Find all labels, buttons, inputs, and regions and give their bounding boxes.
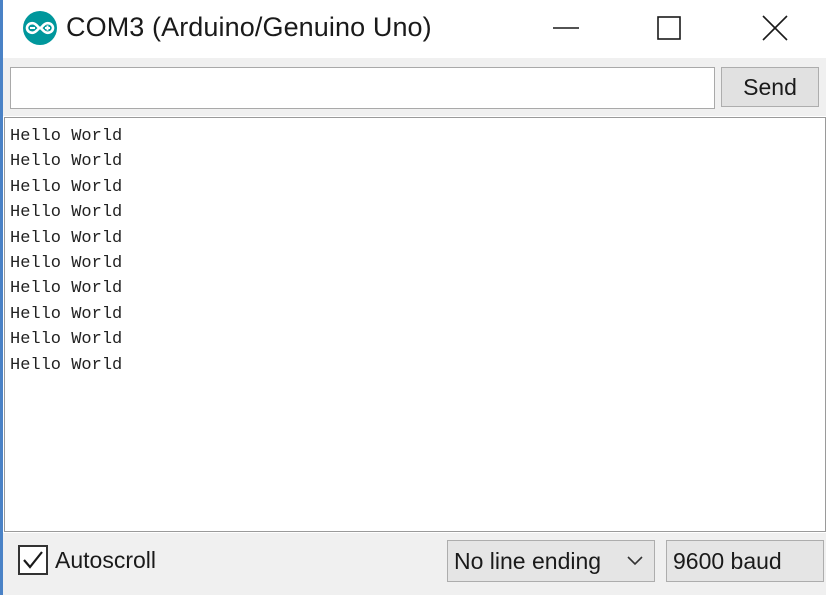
maximize-icon	[657, 16, 681, 40]
serial-output-area[interactable]: Hello World Hello World Hello World Hell…	[4, 117, 826, 532]
checkmark-icon	[23, 551, 43, 569]
output-line: Hello World	[10, 228, 123, 248]
output-line: Hello World	[10, 177, 123, 197]
line-ending-dropdown[interactable]: No line ending	[447, 540, 655, 582]
output-line: Hello World	[10, 127, 123, 146]
minimize-button[interactable]	[529, 0, 603, 56]
maximize-button[interactable]	[632, 0, 706, 56]
close-button[interactable]	[738, 0, 812, 56]
send-row: Send	[3, 58, 826, 116]
serial-send-input[interactable]	[10, 67, 715, 109]
autoscroll-checkbox[interactable]	[18, 545, 48, 575]
autoscroll-label[interactable]: Autoscroll	[55, 547, 156, 574]
output-line: Hello World	[10, 279, 123, 299]
output-line: Hello World	[10, 152, 123, 172]
send-button[interactable]: Send	[721, 67, 819, 107]
arduino-logo-icon	[23, 11, 57, 45]
line-ending-value: No line ending	[454, 547, 602, 574]
baud-rate-value: 9600 baud	[673, 547, 782, 574]
chevron-down-icon	[627, 556, 643, 566]
minimize-icon	[553, 27, 579, 29]
baud-rate-dropdown[interactable]: 9600 baud	[666, 540, 824, 582]
output-line: Hello World	[10, 304, 123, 324]
serial-monitor-window: COM3 (Arduino/Genuino Uno) Send Hello Wo…	[0, 0, 826, 595]
output-line: Hello World	[10, 355, 123, 375]
output-line: Hello World	[10, 203, 123, 223]
output-line: Hello World	[10, 330, 123, 350]
status-bar: Autoscroll No line ending 9600 baud	[3, 533, 826, 595]
output-line: Hello World	[10, 253, 123, 273]
close-icon	[762, 15, 788, 41]
window-title: COM3 (Arduino/Genuino Uno)	[66, 12, 432, 42]
title-bar[interactable]: COM3 (Arduino/Genuino Uno)	[3, 0, 826, 58]
